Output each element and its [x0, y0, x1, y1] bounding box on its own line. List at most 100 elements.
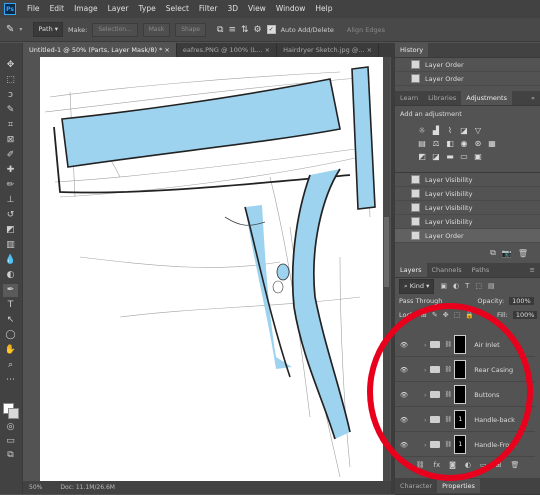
dodge-tool-icon[interactable]: ◐	[3, 269, 18, 282]
eye-icon[interactable]: 👁	[398, 391, 410, 399]
lock-all-icon[interactable]: 🔒	[465, 311, 474, 319]
menu-select[interactable]: Select	[161, 0, 194, 18]
blur-tool-icon[interactable]: 💧	[3, 254, 18, 267]
gear-icon[interactable]: ⚙	[254, 25, 262, 35]
frame-tool-icon[interactable]: ⊠	[3, 134, 18, 147]
trash-icon[interactable]: 🗑	[518, 249, 528, 258]
tab-eafres[interactable]: eafres.PNG @ 100% (L... ×	[176, 43, 278, 57]
pen-tool-icon[interactable]: ✎	[6, 24, 14, 35]
extra-screen-icon[interactable]: ⧉	[3, 449, 18, 462]
exposure-icon[interactable]: ◪	[459, 126, 469, 135]
tab-paths[interactable]: Paths	[467, 263, 495, 277]
history-item[interactable]: Layer Visibility	[395, 215, 540, 229]
menu-filter[interactable]: Filter	[194, 0, 223, 18]
menu-image[interactable]: Image	[69, 0, 103, 18]
gradient-map-icon[interactable]: ▭	[459, 152, 469, 161]
layer-filter-kind[interactable]: ⌕ Kind ▾	[399, 278, 435, 294]
make-shape-button[interactable]: Shape	[175, 22, 206, 37]
add-mask-icon[interactable]: ◙	[449, 461, 456, 473]
chevron-right-icon[interactable]: ›	[424, 391, 427, 399]
link-icon[interactable]: ⛓	[445, 341, 453, 348]
tab-untitled-1[interactable]: Untitled-1 @ 50% (Parts, Layer Mask/8) *…	[23, 43, 177, 57]
fill-value[interactable]: 100%	[512, 311, 538, 319]
more-tools-icon[interactable]: ⋯	[3, 374, 18, 387]
channel-mixer-icon[interactable]: ⊛	[473, 139, 483, 148]
link-layers-icon[interactable]: ⛓	[416, 461, 425, 473]
eye-icon[interactable]: 👁	[398, 366, 410, 374]
canvas-area[interactable]	[23, 57, 391, 481]
clone-stamp-tool-icon[interactable]: ⊥	[3, 194, 18, 207]
history-item[interactable]: Layer Order	[395, 72, 540, 86]
filter-smart-object-icon[interactable]: ▤	[488, 282, 495, 290]
menu-layer[interactable]: Layer	[103, 0, 134, 18]
filter-shape-icon[interactable]: ⬚	[475, 282, 482, 290]
type-tool-icon[interactable]: T	[3, 299, 18, 312]
blend-mode-select[interactable]: Pass Through	[399, 297, 442, 305]
lock-position-icon[interactable]: ✥	[443, 311, 449, 319]
brush-tool-icon[interactable]: ✏	[3, 179, 18, 192]
quick-mask-icon[interactable]: ◎	[3, 421, 18, 434]
history-item[interactable]: Layer Order	[395, 58, 540, 72]
levels-icon[interactable]: ▟	[431, 126, 441, 135]
new-document-from-state-icon[interactable]: ⧉	[490, 248, 496, 258]
layer-row[interactable]: 👁 › ⛓ 1 Handle-Front	[395, 433, 535, 457]
eye-icon[interactable]: 👁	[398, 416, 410, 424]
canvas-vertical-scrollbar[interactable]	[383, 57, 390, 481]
move-tool-icon[interactable]: ✥	[3, 59, 18, 72]
crop-tool-icon[interactable]: ⌗	[3, 119, 18, 132]
layer-row[interactable]: 👁 › ⛓ Buttons	[395, 383, 535, 407]
history-item[interactable]: Layer Visibility	[395, 173, 540, 187]
tab-properties[interactable]: Properties	[437, 479, 480, 493]
chevron-right-icon[interactable]: ›	[424, 441, 427, 449]
panel-menu-icon[interactable]: »	[531, 94, 535, 102]
eyedropper-tool-icon[interactable]: ✐	[3, 149, 18, 162]
tab-learn[interactable]: Learn	[395, 91, 423, 105]
lock-artboard-icon[interactable]: ⬚	[454, 311, 461, 319]
vibrance-icon[interactable]: ▽	[473, 126, 483, 135]
path-alignment-icon[interactable]: ≡	[228, 25, 236, 35]
layer-mask-thumbnail[interactable]: 1	[454, 435, 467, 454]
layer-row[interactable]: 👁 › ⛓ Rear Casing	[395, 358, 535, 382]
new-layer-icon[interactable]: ⊞	[496, 461, 502, 473]
delete-layer-icon[interactable]: 🗑	[511, 461, 520, 473]
chevron-right-icon[interactable]: ›	[424, 341, 427, 349]
color-lookup-icon[interactable]: ▦	[487, 139, 497, 148]
ellipse-tool-icon[interactable]: ◯	[3, 329, 18, 342]
screen-mode-icon[interactable]: ▭	[3, 435, 18, 448]
background-color-swatch[interactable]	[8, 408, 19, 419]
pen-tool-icon-active[interactable]: ✒	[3, 284, 18, 297]
opacity-value[interactable]: 100%	[509, 297, 534, 305]
chevron-right-icon[interactable]: ›	[424, 366, 427, 374]
layer-mask-thumbnail[interactable]	[454, 360, 467, 379]
tool-preset-chevron-icon[interactable]: ▾	[19, 26, 22, 33]
tab-layers[interactable]: Layers	[395, 263, 427, 277]
new-group-icon[interactable]: ▭	[480, 461, 487, 473]
selective-color-icon[interactable]: ▣	[473, 152, 483, 161]
layer-row[interactable]: 👁 › ⛓ Air Inlet	[395, 333, 535, 357]
lock-transparent-icon[interactable]: ⊞	[421, 311, 427, 319]
camera-icon[interactable]: 📷	[502, 249, 512, 258]
layer-mask-thumbnail[interactable]: 1	[454, 410, 467, 429]
layer-name[interactable]: Buttons	[474, 391, 499, 399]
document-canvas[interactable]	[40, 57, 384, 481]
fx-icon[interactable]: fx	[433, 461, 440, 473]
menu-edit[interactable]: Edit	[45, 0, 70, 18]
filter-type-icon[interactable]: T	[465, 282, 469, 290]
filter-pixel-icon[interactable]: ▣	[440, 282, 447, 290]
tab-adjustments[interactable]: Adjustments	[461, 91, 512, 105]
tab-hairdryer-sketch[interactable]: Hairdryer Sketch.jpg @... ×	[277, 43, 380, 57]
history-item[interactable]: Layer Visibility	[395, 201, 540, 215]
color-balance-icon[interactable]: ⚖	[431, 139, 441, 148]
menu-view[interactable]: View	[243, 0, 271, 18]
lock-image-icon[interactable]: ✎	[432, 311, 438, 319]
gradient-tool-icon[interactable]: ▥	[3, 239, 18, 252]
hue-saturation-icon[interactable]: ▤	[417, 139, 427, 148]
eye-icon[interactable]: 👁	[398, 441, 410, 449]
path-select-tool-icon[interactable]: ↖	[3, 314, 18, 327]
menu-window[interactable]: Window	[271, 0, 311, 18]
scrollbar-thumb[interactable]	[384, 217, 389, 287]
layer-name[interactable]: Handle-Front	[474, 441, 516, 449]
auto-add-delete-checkbox[interactable]: ✓	[266, 25, 276, 34]
invert-icon[interactable]: ◩	[417, 152, 427, 161]
menu-type[interactable]: Type	[134, 0, 161, 18]
